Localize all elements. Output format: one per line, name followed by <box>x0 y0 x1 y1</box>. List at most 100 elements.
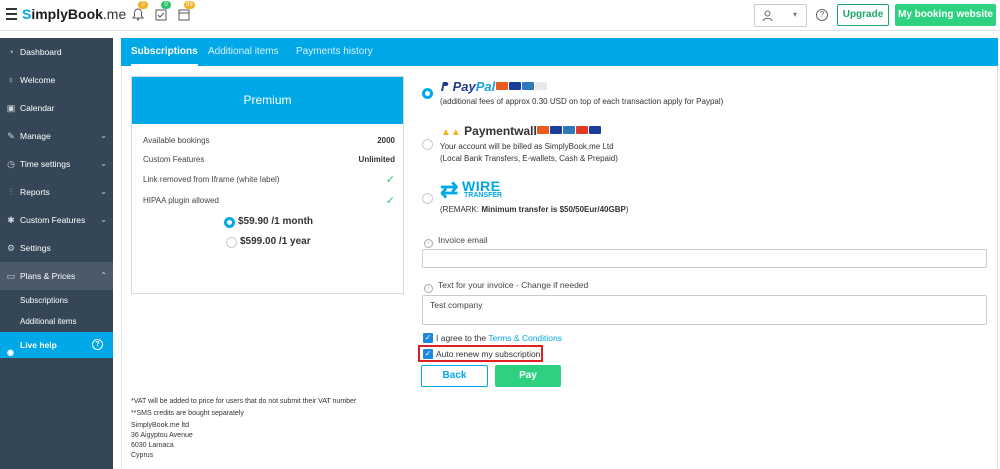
chevron-down-icon: ⌄ <box>100 131 107 140</box>
chevron-down-icon: ▾ <box>793 10 798 19</box>
booking-website-button[interactable]: My booking website <box>895 4 996 26</box>
upgrade-button[interactable]: Upgrade <box>837 4 889 26</box>
invoice-email-input[interactable] <box>422 249 987 268</box>
top-bar: SimplyBook.me 0 0 99 ▾ ? Upgrade My book… <box>0 0 1000 31</box>
address-line: 36 Aigyptou Avenue <box>131 432 193 439</box>
price-option-yearly[interactable]: $599.00 /1 year <box>240 235 311 249</box>
paypal-icon <box>441 82 449 91</box>
calendar-badge: 99 <box>184 1 195 9</box>
sidebar-subitem-additional-items[interactable]: Additional items <box>0 311 113 332</box>
sidebar-item-custom-features[interactable]: ✱ Custom Features ⌄ <box>0 206 113 234</box>
plan-card: Premium Available bookings 2000 Custom Fe… <box>131 76 404 294</box>
chat-icon: ◉ <box>7 348 14 357</box>
price-radio-yearly[interactable] <box>226 237 237 248</box>
discover-icon <box>535 82 547 90</box>
bell-icon[interactable]: 0 <box>132 1 148 22</box>
tab-subscriptions[interactable]: Subscriptions <box>131 38 198 66</box>
puzzle-icon: ✱ <box>7 215 15 225</box>
calendar-icon: ▣ <box>6 103 16 113</box>
sidebar-item-welcome[interactable]: ♀ Welcome <box>0 66 113 94</box>
terms-link[interactable]: Terms & Conditions <box>488 333 562 343</box>
paymentwall-radio[interactable] <box>422 139 433 150</box>
bulb-icon: ♀ <box>7 75 15 85</box>
terms-checkbox[interactable]: ✓ <box>423 333 433 343</box>
card-icon: ▭ <box>6 271 16 281</box>
live-help-button[interactable]: ◉ Live help? <box>0 332 113 358</box>
plan-row: Link removed from Iframe (white label) ✓ <box>143 174 395 186</box>
paypal-logo: PayPal <box>440 79 495 94</box>
terms-label: I agree to the Terms & Conditions <box>436 333 563 343</box>
vat-note: *VAT will be added to price for users th… <box>131 398 357 405</box>
chevron-down-icon: ⌄ <box>100 159 107 168</box>
paypal-description: (additional fees of approx 0.30 USD on t… <box>440 97 724 106</box>
visa-icon <box>509 82 521 90</box>
wire-transfer-radio[interactable] <box>422 193 433 204</box>
pay-button[interactable]: Pay <box>495 365 561 387</box>
sidebar-item-dashboard[interactable]: ◔ Dashboard <box>0 38 113 66</box>
auto-renew-label: Auto renew my subscription <box>436 349 541 359</box>
price-radio-monthly[interactable] <box>224 217 235 228</box>
invoice-email-label: i Invoice email <box>424 235 488 248</box>
back-button[interactable]: Back <box>421 365 488 387</box>
calendar-alert-icon[interactable]: 99 <box>178 1 195 22</box>
menu-icon[interactable] <box>6 8 17 22</box>
invoice-text-label: i Text for your invoice - Change if neede… <box>424 280 588 293</box>
help-icon[interactable]: ? <box>816 9 828 21</box>
address-line: 6030 Larnaca <box>131 442 174 449</box>
plan-row: HIPAA plugin allowed ✓ <box>143 195 395 207</box>
tab-bar: Subscriptions Additional items Payments … <box>121 38 998 66</box>
address-line: SimplyBook.me ltd <box>131 422 189 429</box>
pencil-icon: ✎ <box>7 131 15 141</box>
card-logos <box>537 126 602 135</box>
tab-payments-history[interactable]: Payments history <box>296 38 373 66</box>
check-icon: ✓ <box>385 174 395 186</box>
sidebar-item-calendar[interactable]: ▣ Calendar <box>0 94 113 122</box>
tab-additional-items[interactable]: Additional items <box>208 38 279 66</box>
mastercard-icon <box>496 82 508 90</box>
maestro-icon <box>576 126 588 134</box>
paymentwall-logo: ▲▲ Paymentwall <box>441 124 537 138</box>
wire-transfer-remark: (REMARK: Minimum transfer is $50/50Eur/4… <box>440 205 629 214</box>
help-icon: ? <box>92 339 103 350</box>
chevron-down-icon: ⌄ <box>100 215 107 224</box>
wire-transfer-icon: ⇄ <box>440 177 459 202</box>
notification-badge: 0 <box>138 1 148 9</box>
visa-icon <box>550 126 562 134</box>
user-menu-button[interactable]: ▾ <box>754 4 807 27</box>
chevron-down-icon: ⌄ <box>100 187 107 196</box>
address-line: Cyprus <box>131 452 154 459</box>
amex-icon <box>563 126 575 134</box>
paypal-radio[interactable] <box>422 88 433 99</box>
plan-row: Custom Features Unlimited <box>143 155 395 164</box>
gear-icon: ⚙ <box>6 243 16 253</box>
sidebar-item-reports[interactable]: ⫶ Reports ⌄ <box>0 178 113 206</box>
sidebar-subitem-subscriptions[interactable]: Subscriptions <box>0 290 113 311</box>
price-option-monthly[interactable]: $59.90 /1 month <box>238 215 313 229</box>
clock-icon: ◷ <box>7 159 15 169</box>
info-icon: i <box>424 239 433 248</box>
dashboard-icon: ◔ <box>8 47 14 57</box>
sidebar-item-manage[interactable]: ✎ Manage ⌄ <box>0 122 113 150</box>
sidebar: ◔ Dashboard ♀ Welcome ▣ Calendar ✎ Manage ⌄ ◷… <box>0 38 113 469</box>
tasks-icon[interactable]: 0 <box>155 1 171 22</box>
sidebar-item-plans-prices[interactable]: ▭ Plans & Prices ⌃ <box>0 262 113 290</box>
chart-icon: ⫶ <box>9 187 13 197</box>
logo[interactable]: SimplyBook.me <box>22 6 126 22</box>
paymentwall-icon: ▲▲ <box>441 127 461 138</box>
card-logos <box>496 82 548 91</box>
sidebar-item-settings[interactable]: ⚙ Settings <box>0 234 113 262</box>
mastercard-icon <box>537 126 549 134</box>
wire-transfer-logo: ⇄ WIRE TRANSFER <box>440 177 503 202</box>
paymentwall-billing: Your account will be billed as SimplyBoo… <box>440 142 614 151</box>
auto-renew-checkbox[interactable]: ✓ <box>423 349 433 359</box>
sepa-icon <box>589 126 601 134</box>
sms-note: **SMS credits are bought separately <box>131 410 244 417</box>
invoice-text-textarea[interactable]: Test company <box>422 295 987 325</box>
paymentwall-methods: (Local Bank Transfers, E-wallets, Cash &… <box>440 154 618 163</box>
chevron-up-icon: ⌃ <box>100 271 107 280</box>
plan-row: Available bookings 2000 <box>143 136 395 145</box>
user-icon <box>762 10 773 22</box>
sidebar-item-time-settings[interactable]: ◷ Time settings ⌄ <box>0 150 113 178</box>
plan-title: Premium <box>132 77 403 124</box>
tasks-badge: 0 <box>161 1 171 9</box>
